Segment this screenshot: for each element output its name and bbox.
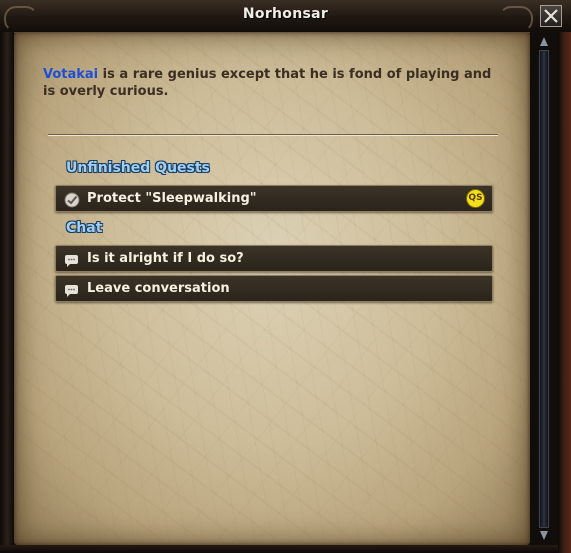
scrollbar[interactable] bbox=[530, 32, 558, 545]
npc-description: Votakai is a rare genius except that he … bbox=[43, 66, 503, 100]
window-title: Norhonsar bbox=[242, 6, 329, 22]
npc-description-text: is a rare genius except that he is fond … bbox=[43, 67, 492, 99]
npc-dialog-window: Norhonsar Votakai is a rare genius excep… bbox=[0, 0, 571, 553]
quest-check-icon bbox=[64, 192, 80, 208]
scroll-up-arrow-icon[interactable] bbox=[539, 36, 549, 48]
parchment-panel: Votakai is a rare genius except that he … bbox=[14, 32, 530, 545]
chat-option-label: Leave conversation bbox=[87, 281, 230, 296]
divider bbox=[48, 134, 498, 136]
frame-right-border bbox=[558, 32, 571, 553]
scroll-track[interactable] bbox=[539, 50, 549, 528]
chat-heading: Chat bbox=[66, 220, 103, 236]
chat-option-label: Is it alright if I do so? bbox=[87, 251, 244, 266]
frame-left-border bbox=[0, 32, 14, 553]
frame-bottom-border bbox=[0, 545, 558, 553]
title-bar: Norhonsar bbox=[0, 0, 571, 33]
quest-option-label: Protect "Sleepwalking" bbox=[87, 191, 257, 206]
chat-option-leave-conversation[interactable]: Leave conversation bbox=[55, 275, 493, 302]
chat-option-is-it-alright[interactable]: Is it alright if I do so? bbox=[55, 245, 493, 272]
npc-name: Votakai bbox=[43, 67, 99, 82]
quest-option-protect-sleepwalking[interactable]: Protect "Sleepwalking" QS bbox=[55, 185, 493, 212]
unfinished-quests-heading: Unfinished Quests bbox=[66, 160, 210, 176]
scroll-down-arrow-icon[interactable] bbox=[539, 529, 549, 541]
speech-bubble-icon bbox=[65, 285, 78, 297]
speech-bubble-icon bbox=[65, 255, 78, 267]
quest-start-badge: QS bbox=[466, 189, 485, 208]
close-button[interactable] bbox=[540, 5, 562, 27]
close-icon bbox=[544, 9, 558, 23]
